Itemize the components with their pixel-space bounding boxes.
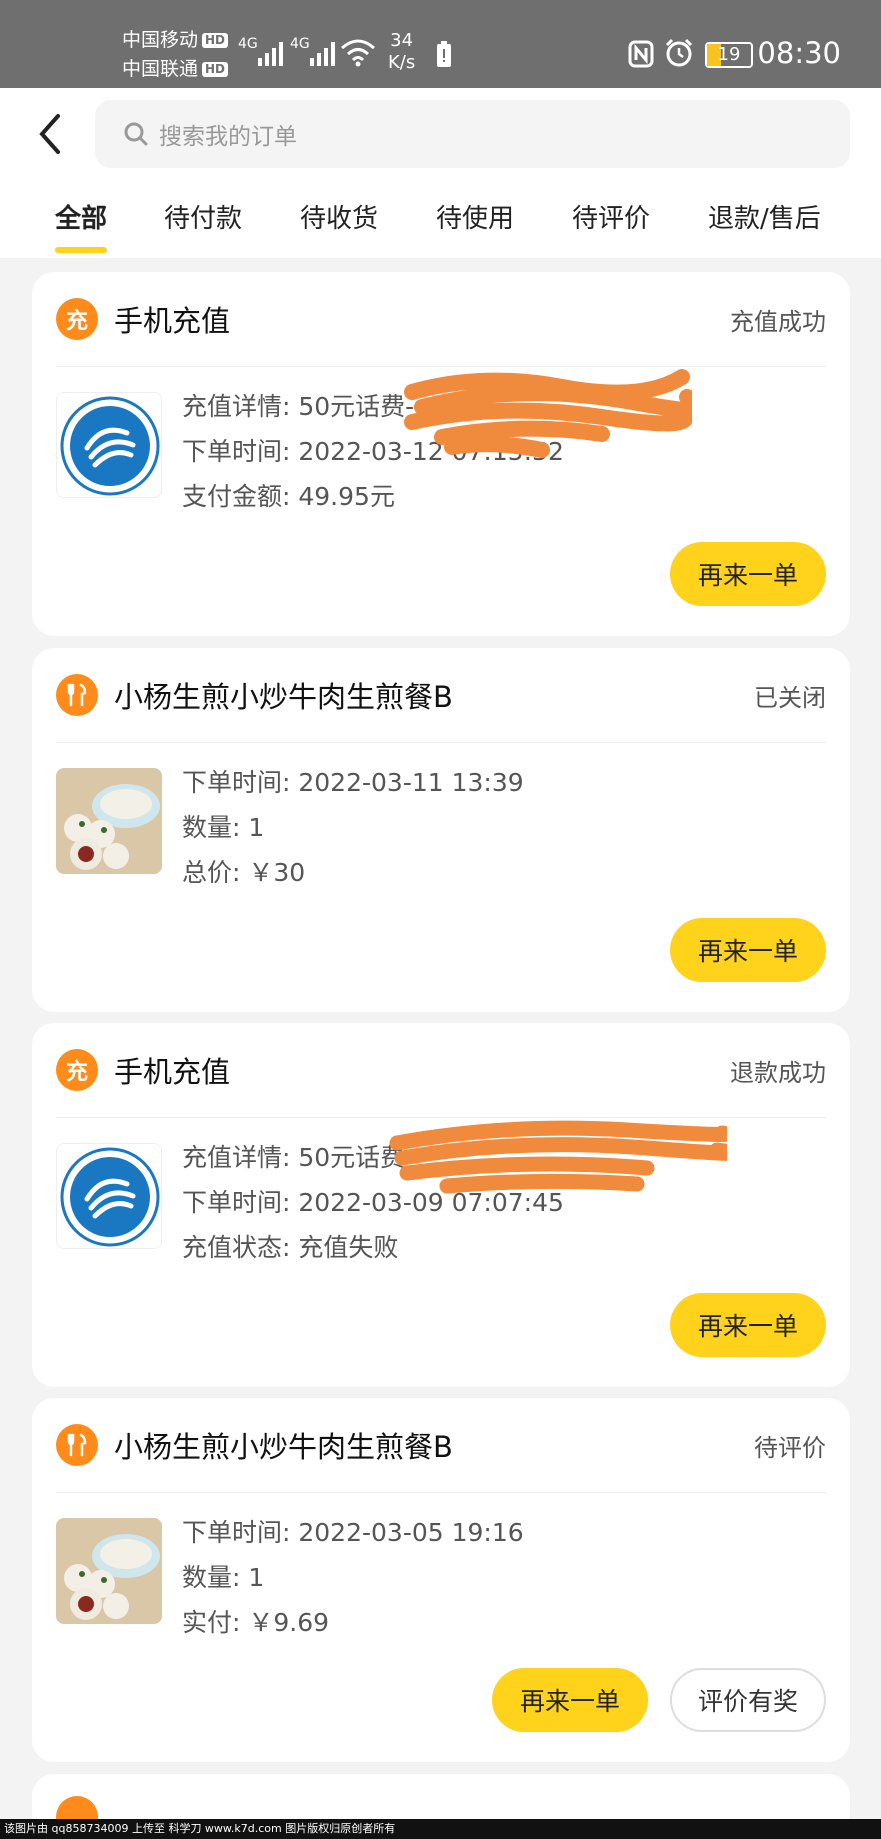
tab-pending-review[interactable]: 待评价 [572, 198, 650, 235]
shop-name[interactable]: 手机充值 [114, 1049, 230, 1091]
order-time: 下单时间: 2022-03-05 19:16 [182, 1518, 524, 1547]
chevron-left-icon [39, 114, 60, 154]
order-header: 小杨生煎小炒牛肉生煎餐B 待评价 [56, 1420, 826, 1470]
watermark-footer: 该图片由 qq858734009 上传至 科学刀 www.k7d.com 图片版… [0, 1819, 881, 1839]
hd-badge-1: HD [202, 33, 229, 48]
order-header: 小杨生煎小炒牛肉生煎餐B 已关闭 [56, 670, 826, 720]
order-status: 充值成功 [730, 307, 826, 336]
top-bar: 搜索我的订单 全部 待付款 待收货 待使用 待评价 退款/售后 [0, 88, 881, 258]
battery-saver-icon [437, 41, 451, 67]
clock: 08:30 [757, 36, 841, 70]
wifi-icon [341, 39, 375, 67]
hd-badge-2: HD [202, 62, 229, 77]
signal-icon-1 [258, 40, 283, 66]
order-details: 下单时间: 2022-03-11 13:39 数量: 1 总价: ￥30 [182, 760, 524, 895]
order-time: 下单时间: 2022-03-12 07:15:52 [182, 437, 564, 466]
food-thumbnail[interactable] [56, 768, 162, 874]
recharge-detail: 充值详情: 50元话费 [182, 1143, 406, 1172]
china-mobile-logo-icon [56, 1143, 162, 1249]
order-details: 充值详情: 50元话费- 下单时间: 2022-03-12 07:15:52 支… [182, 384, 564, 519]
shop-name[interactable]: 手机充值 [114, 298, 230, 340]
tab-refund[interactable]: 退款/售后 [708, 198, 821, 235]
reorder-button[interactable]: 再来一单 [670, 1293, 826, 1357]
recharge-status: 充值状态: 充值失败 [182, 1233, 399, 1262]
order-status: 待评价 [754, 1433, 826, 1462]
carrier-info: 中国移动 HD 中国联通 HD [122, 26, 229, 84]
battery-icon: 19 [705, 42, 753, 68]
order-status: 退款成功 [730, 1058, 826, 1087]
order-details: 充值详情: 50元话费 下单时间: 2022-03-09 07:07:45 充值… [182, 1135, 564, 1270]
order-time: 下单时间: 2022-03-11 13:39 [182, 768, 524, 797]
order-status: 已关闭 [754, 683, 826, 712]
order-card[interactable]: 小杨生煎小炒牛肉生煎餐B 待评价 下单时间: 2022-03-05 19:16 … [32, 1398, 850, 1762]
network-type-2: 4G [290, 36, 310, 52]
china-mobile-logo-icon [56, 392, 162, 498]
tab-pending-receipt[interactable]: 待收货 [300, 198, 378, 235]
order-card[interactable]: 小杨生煎小炒牛肉生煎餐B 已关闭 下单时间: 2022-03-11 13:39 … [32, 648, 850, 1012]
order-card[interactable]: 充 手机充值 充值成功 充值详情: 50元话费- 下单时间: 2022-03-1… [32, 272, 850, 636]
carrier-1: 中国移动 [122, 29, 199, 51]
tab-all[interactable]: 全部 [55, 198, 108, 253]
signal-icon-2 [310, 40, 335, 66]
review-button[interactable]: 评价有奖 [670, 1668, 826, 1732]
order-header: 充 手机充值 充值成功 [56, 294, 826, 344]
divider [56, 742, 826, 743]
order-details: 下单时间: 2022-03-05 19:16 数量: 1 实付: ￥9.69 [182, 1510, 524, 1645]
shop-name[interactable]: 小杨生煎小炒牛肉生煎餐B [114, 674, 453, 716]
order-tabs: 全部 待付款 待收货 待使用 待评价 退款/售后 [0, 198, 881, 253]
recharge-detail: 充值详情: 50元话费- [182, 392, 415, 421]
shop-name[interactable]: 小杨生煎小炒牛肉生煎餐B [114, 1424, 453, 1466]
network-speed: 34 K/s [388, 30, 416, 73]
food-thumbnail[interactable] [56, 1518, 162, 1624]
carrier-2: 中国联通 [122, 58, 199, 80]
paid-amount: 实付: ￥9.69 [182, 1608, 330, 1637]
alarm-icon [665, 38, 693, 67]
search-input[interactable]: 搜索我的订单 [95, 100, 850, 168]
divider [56, 366, 826, 367]
order-card[interactable]: 充 手机充值 退款成功 充值详情: 50元话费 下单时间: 2022-03-09… [32, 1023, 850, 1387]
total-price: 总价: ￥30 [182, 858, 306, 887]
back-button[interactable] [30, 110, 70, 158]
reorder-button[interactable]: 再来一单 [492, 1668, 648, 1732]
quantity: 数量: 1 [182, 813, 265, 842]
payment-amount: 支付金额: 49.95元 [182, 482, 395, 511]
recharge-icon: 充 [56, 1049, 98, 1091]
reorder-button[interactable]: 再来一单 [670, 542, 826, 606]
status-bar: 中国移动 HD 中国联通 HD 4G 4G 34 K/s 19 08:30 [0, 0, 881, 88]
tab-pending-use[interactable]: 待使用 [436, 198, 514, 235]
order-header: 充 手机充值 退款成功 [56, 1045, 826, 1095]
food-icon [56, 1424, 98, 1466]
reorder-button[interactable]: 再来一单 [670, 918, 826, 982]
recharge-icon: 充 [56, 298, 98, 340]
food-icon [56, 674, 98, 716]
order-time: 下单时间: 2022-03-09 07:07:45 [182, 1188, 564, 1217]
network-type-1: 4G [238, 36, 258, 52]
search-icon [124, 122, 148, 146]
divider [56, 1492, 826, 1493]
quantity: 数量: 1 [182, 1563, 265, 1592]
tab-pending-payment[interactable]: 待付款 [164, 198, 242, 235]
nfc-icon [628, 40, 654, 68]
divider [56, 1117, 826, 1118]
search-placeholder: 搜索我的订单 [159, 124, 297, 150]
